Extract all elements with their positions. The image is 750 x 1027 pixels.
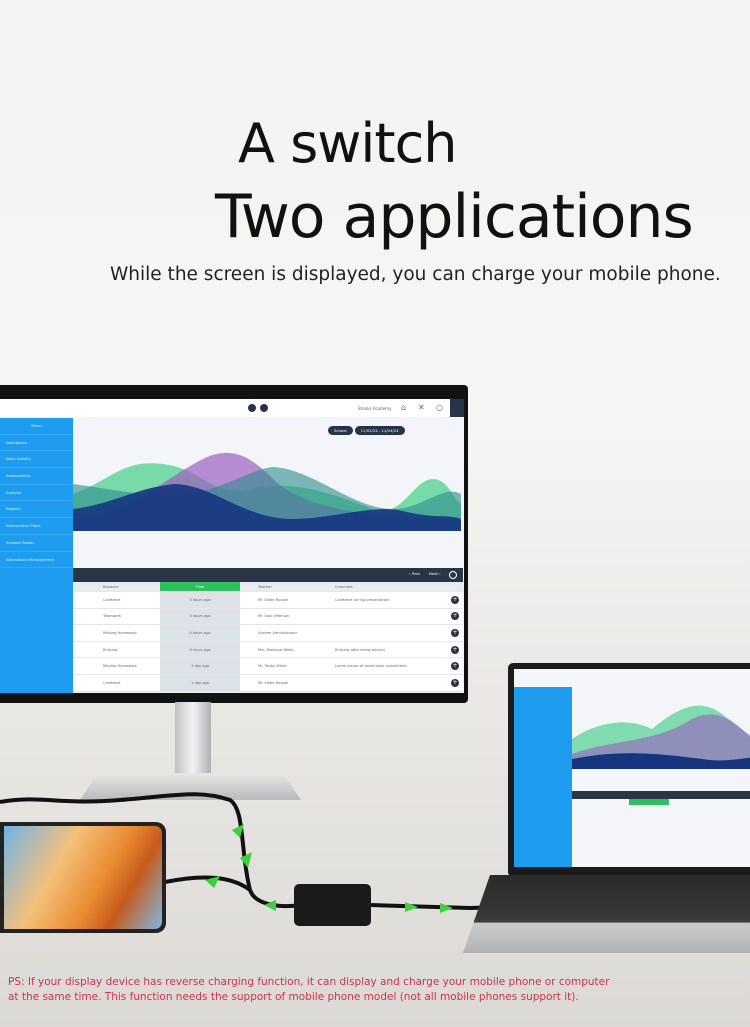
home-icon[interactable]: ⌂ (401, 403, 406, 412)
settings-icon[interactable] (449, 571, 457, 579)
table-row[interactable]: Confident 3 hours ago Mr. Eddie Russell Con… (73, 592, 463, 609)
table-cell: 3 hours ago (160, 592, 240, 608)
table-row[interactable]: Bullying 6 hours ago Mrs. Monique Watts Bul… (73, 641, 463, 659)
table-cell: Missing Homework (103, 664, 137, 669)
table-header: Behavior Time Teacher Comment (73, 582, 463, 592)
menu-button[interactable] (450, 399, 464, 417)
next-button[interactable]: Next › (429, 571, 441, 576)
table-cell: 6 hours ago (160, 641, 240, 658)
table-cell: Confident during presentation (335, 597, 390, 602)
toggle-icon[interactable] (248, 404, 256, 412)
sidebar-item[interactable]: Dashboard (0, 435, 73, 452)
table-cell: Lorem ipsum sit amet dolor consectetur (335, 664, 407, 669)
laptop-sidebar (514, 687, 572, 867)
col-header[interactable]: Comment (335, 585, 450, 589)
table-cell: Confident (103, 597, 121, 602)
table-cell: System Administrator (258, 630, 298, 635)
sidebar-item[interactable]: Intervention Plans (0, 518, 73, 535)
monitor-stand-neck (175, 702, 211, 776)
plus-icon[interactable]: + (451, 628, 459, 637)
plus-icon[interactable]: + (451, 645, 459, 654)
table-cell: 1 day ago (160, 658, 240, 674)
monitor: Brooks Academy ⌂ ✕ ○ Menu Dashboard Dail… (0, 385, 468, 703)
headline-line-1: A switch (238, 112, 457, 175)
table-cell: Mr. Saul Jefferson (258, 614, 290, 619)
phone-screen (4, 826, 162, 929)
col-header[interactable]: Behavior (73, 585, 160, 589)
laptop-screen (514, 669, 750, 867)
table-row[interactable]: Confident 1 day ago Mr. Eddie Russell + (73, 674, 463, 692)
app-topbar: Brooks Academy ⌂ ✕ ○ (0, 399, 464, 417)
table-cell: Mr. Eddie Russell (258, 680, 289, 685)
table-row[interactable]: Teamwork 3 hours ago Mr. Saul Jefferson + (73, 608, 463, 626)
table-cell: Teamwork (103, 614, 122, 619)
laptop-chart (572, 705, 750, 769)
table-cell: Confident (103, 680, 121, 685)
table-cell: 1 day ago (160, 674, 240, 691)
tools-icon[interactable]: ✕ (418, 403, 425, 412)
table-toolbar: ‹ Prev Next › (73, 568, 463, 582)
table-cell: 3 hours ago (160, 608, 240, 625)
chart-controls: School 11/02/24 - 11/04/24 (328, 426, 407, 435)
subtitle: While the screen is displayed, you can c… (110, 264, 721, 285)
prev-button[interactable]: ‹ Prev (409, 571, 420, 576)
sidebar-item[interactable]: Assessments (0, 468, 73, 485)
table-cell: Missing Homework (103, 630, 137, 635)
table-cell: Bullying (103, 647, 118, 652)
behavior-table: Behavior Time Teacher Comment Confident 3… (73, 582, 463, 692)
switch-box (294, 884, 371, 926)
plus-icon[interactable]: + (451, 678, 459, 687)
area-chart (73, 452, 461, 531)
sidebar-menu: Menu Dashboard Daily Activity Assessment… (0, 418, 73, 693)
bulb-icon[interactable]: ○ (436, 403, 443, 412)
table-row[interactable]: Missing Homework 1 day ago Mr. Tobby White… (73, 658, 463, 675)
toggle-icon[interactable] (260, 404, 268, 412)
sidebar-item[interactable]: Student Roster (0, 535, 73, 552)
monitor-screen: Brooks Academy ⌂ ✕ ○ Menu Dashboard Dail… (0, 399, 464, 693)
sidebar-item[interactable]: Daily Activity (0, 451, 73, 469)
table-cell: Bullying after being warned (335, 647, 385, 652)
mobile-phone (0, 822, 166, 933)
table-cell: 4 hours ago (160, 625, 240, 641)
sidebar-item[interactable]: Attendance Management (0, 552, 73, 569)
plus-icon[interactable]: + (451, 612, 459, 621)
sidebar-item[interactable]: Reports (0, 501, 73, 519)
date-range[interactable]: 11/02/24 - 11/04/24 (354, 426, 405, 435)
col-header[interactable]: Teacher (240, 585, 335, 589)
laptop-keyboard (463, 875, 750, 953)
laptop (508, 663, 750, 877)
table-cell: Mr. Tobby White (258, 664, 287, 669)
menu-title: Menu (0, 418, 73, 435)
footnote: PS: If your display device has reverse c… (8, 976, 610, 1003)
plus-icon[interactable]: + (451, 595, 459, 604)
table-cell: Mr. Eddie Russell (258, 597, 289, 602)
plus-icon[interactable]: + (451, 662, 459, 671)
table-cell: Mrs. Monique Watts (258, 647, 294, 652)
headline-line-2: Two applications (215, 182, 694, 252)
sidebar-item[interactable]: Analyze (0, 485, 73, 502)
school-filter[interactable]: School (328, 426, 353, 435)
brand-name: Brooks Academy (358, 406, 392, 411)
table-row[interactable]: Missing Homework 4 hours ago System Admini… (73, 625, 463, 642)
col-header[interactable]: Time (160, 582, 240, 591)
